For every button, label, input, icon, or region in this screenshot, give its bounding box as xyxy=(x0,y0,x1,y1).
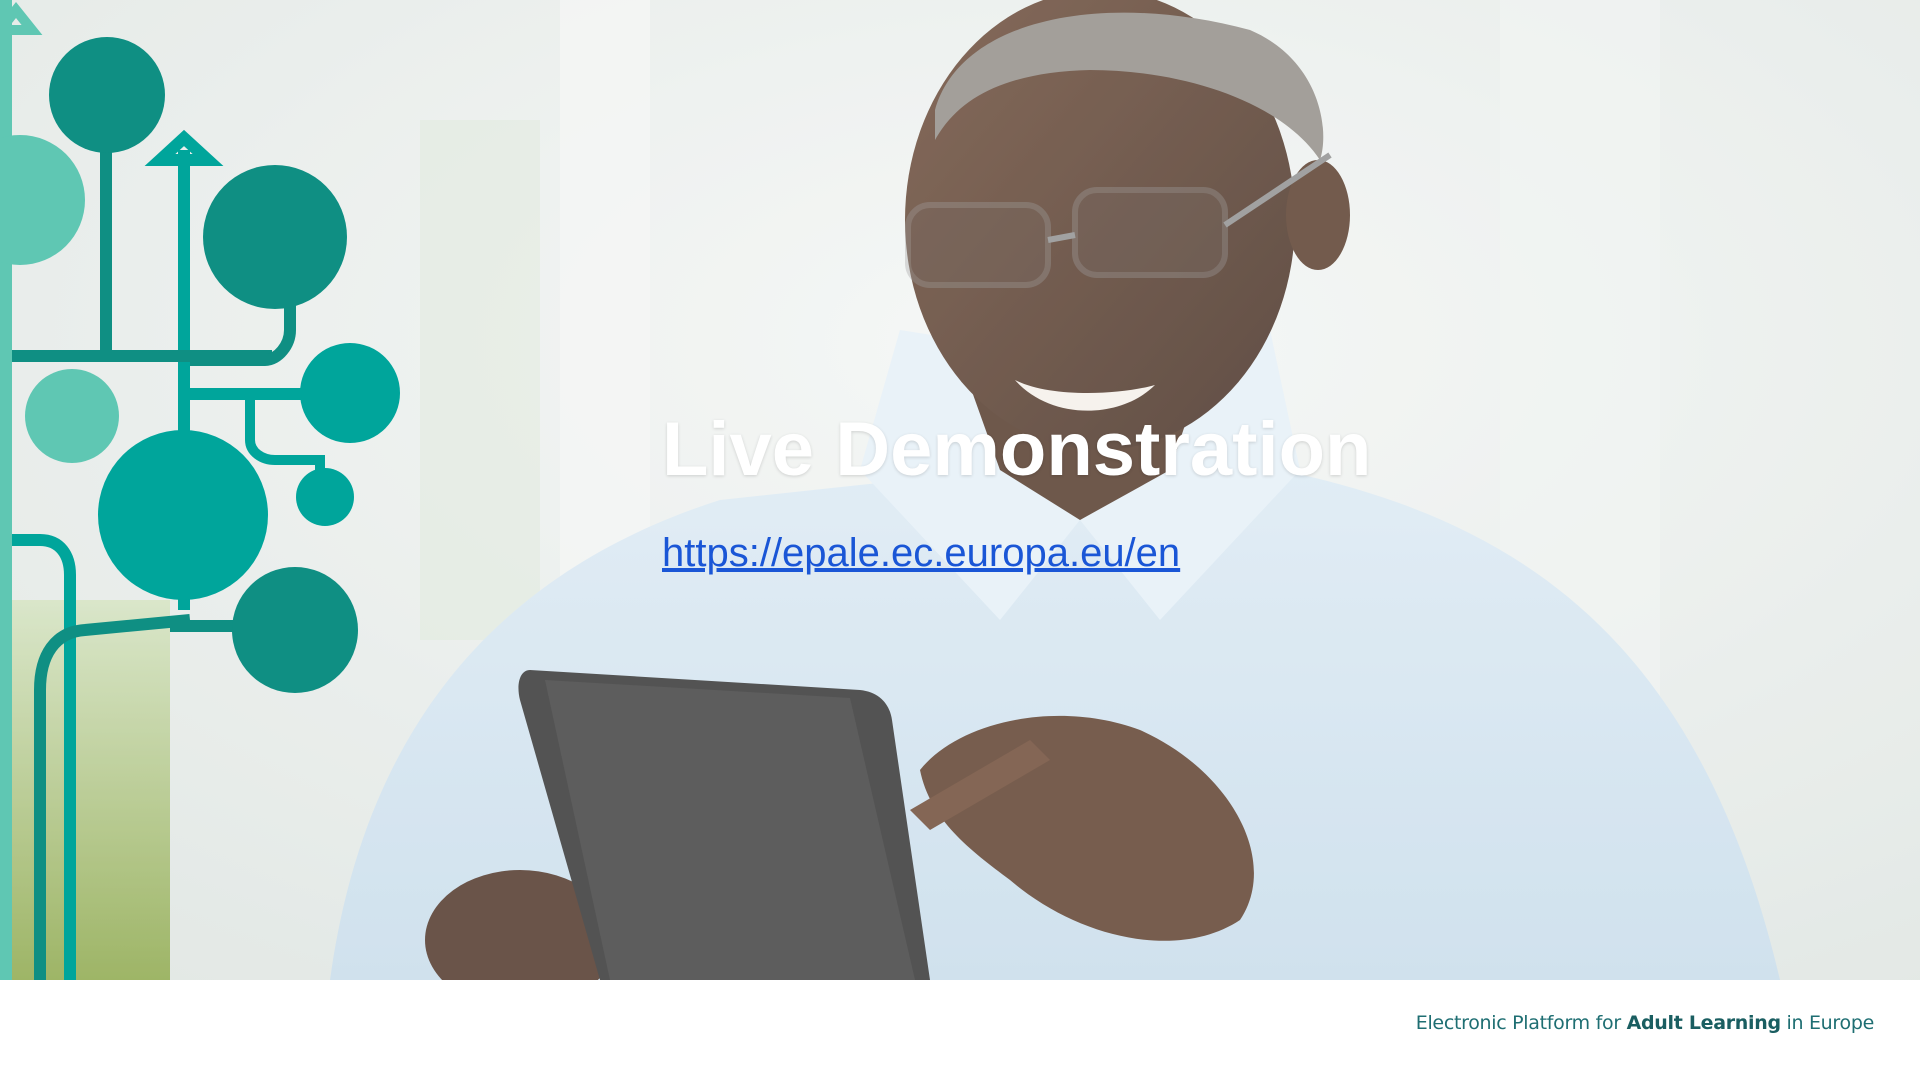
epale-website-link[interactable]: https://epale.ec.europa.eu/en xyxy=(662,528,1180,578)
tagline-bold: Adult Learning xyxy=(1626,1012,1782,1034)
presentation-slide: Live Demonstration https://epale.ec.euro… xyxy=(0,0,1920,1080)
tagline-prefix: Electronic Platform for xyxy=(1415,1012,1627,1034)
footer-tagline: Electronic Platform for Adult Learning i… xyxy=(1415,1012,1875,1034)
teal-circuit-decoration xyxy=(0,0,400,980)
tagline-suffix: in Europe xyxy=(1780,1012,1875,1034)
slide-title: Live Demonstration xyxy=(662,407,1372,492)
